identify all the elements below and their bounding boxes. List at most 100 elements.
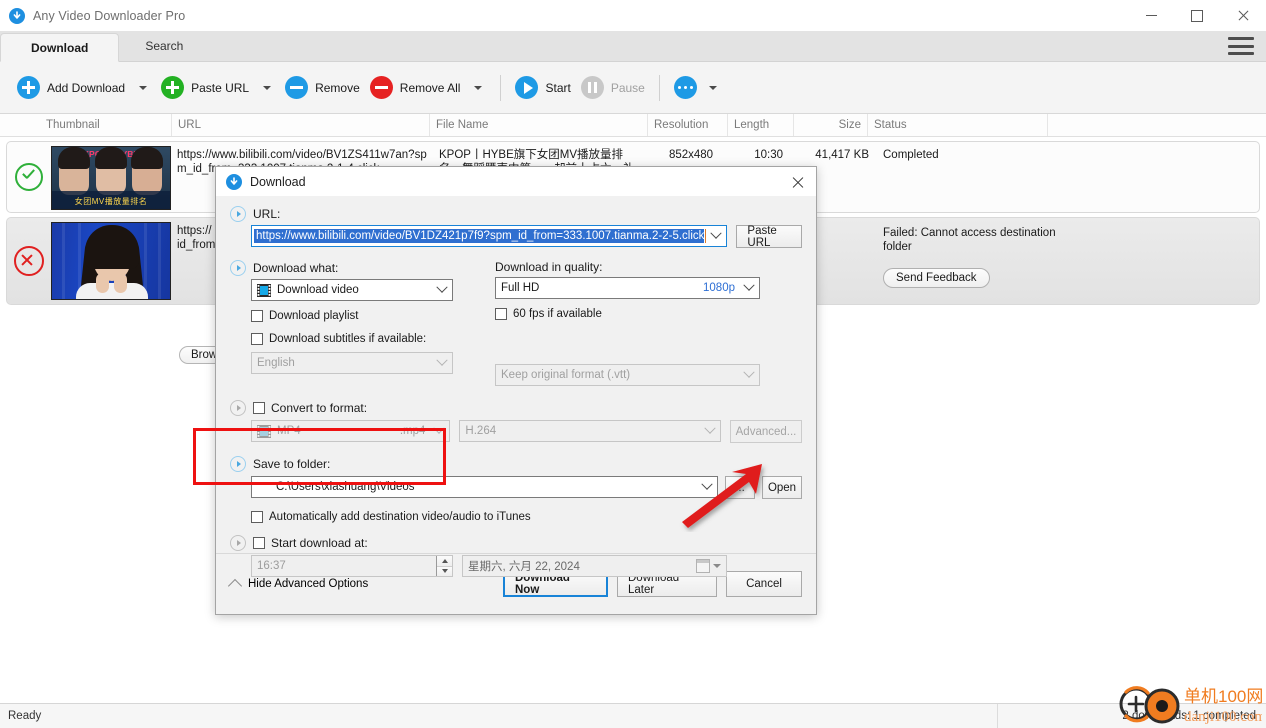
browse-folder-button[interactable]: ... (725, 476, 755, 499)
pause-button: Pause (576, 71, 650, 105)
url-expander-icon[interactable] (230, 206, 246, 222)
add-download-button[interactable]: Add Download (12, 71, 130, 105)
download-playlist-checkbox[interactable] (251, 310, 263, 322)
itunes-label: Automatically add destination video/audi… (269, 511, 531, 523)
dialog-close-button[interactable] (786, 171, 808, 193)
paste-url-dialog-button[interactable]: Paste URL (736, 225, 802, 249)
film-icon (257, 424, 271, 438)
hide-advanced-label: Hide Advanced Options (248, 578, 369, 590)
download-what-select[interactable]: Download video (251, 279, 453, 301)
send-feedback-button[interactable]: Send Feedback (883, 268, 990, 288)
row-status-icon-cell (7, 142, 51, 212)
dialog-title: Download (250, 174, 306, 189)
quality-select[interactable]: Full HD 1080p (495, 277, 760, 299)
fps-checkbox[interactable] (495, 308, 507, 320)
save-folder-value: C:\Users\xiashuang\Videos (276, 481, 415, 493)
more-options-dropdown-icon[interactable] (708, 85, 717, 90)
download-subtitles-checkbox[interactable] (251, 333, 263, 345)
chevron-down-icon (429, 421, 449, 441)
maximize-button[interactable] (1174, 0, 1220, 31)
start-button[interactable]: Start (510, 71, 575, 105)
tab-download[interactable]: Download (0, 33, 120, 62)
convert-format-label-row: Convert to format: (230, 400, 802, 416)
open-folder-button[interactable]: Open (762, 476, 802, 499)
chevron-down-icon (739, 365, 759, 385)
fps-option-row[interactable]: 60 fps if available (495, 308, 763, 320)
start-date-value: 星期六, 六月 22, 2024 (468, 561, 580, 573)
row-size: 41,417 KB (815, 149, 869, 161)
remove-all-button[interactable]: Remove All (365, 71, 466, 105)
paste-url-dropdown-icon[interactable] (263, 85, 272, 90)
start-download-checkbox[interactable] (253, 537, 265, 549)
tab-search[interactable]: Search (119, 32, 209, 61)
itunes-option-row[interactable]: Automatically add destination video/audi… (251, 511, 802, 523)
error-circle-icon (14, 246, 44, 276)
start-download-expander-icon[interactable] (230, 535, 246, 551)
column-size[interactable]: Size (794, 114, 868, 136)
row-resolution: 852x480 (668, 149, 714, 161)
app-title: Any Video Downloader Pro (33, 8, 186, 23)
column-file-name[interactable]: File Name (430, 114, 648, 136)
convert-expander-icon[interactable] (230, 400, 246, 416)
dialog-body: URL: https://www.bilibili.com/video/BV1D… (216, 196, 816, 577)
film-icon (257, 283, 271, 297)
time-spinner (436, 556, 452, 576)
remove-label: Remove (315, 80, 360, 95)
chevron-down-icon[interactable] (432, 280, 452, 300)
subtitle-format-select: Keep original format (.vtt) (495, 364, 760, 386)
pause-label: Pause (610, 80, 645, 95)
chevron-down-icon[interactable] (697, 477, 717, 497)
hamburger-menu-icon[interactable] (1228, 37, 1254, 55)
url-input[interactable]: https://www.bilibili.com/video/BV1DZ421p… (251, 225, 728, 247)
calendar-icon (696, 559, 710, 573)
download-playlist-row[interactable]: Download playlist (251, 310, 495, 322)
add-download-dropdown-icon[interactable] (139, 85, 148, 90)
remove-all-dropdown-icon[interactable] (474, 85, 483, 90)
minus-circle-icon (285, 76, 309, 99)
check-circle-icon (15, 163, 43, 191)
save-folder-label-row: Save to folder: (230, 456, 802, 472)
column-length[interactable]: Length (728, 114, 794, 136)
url-input-value: https://www.bilibili.com/video/BV1DZ421p… (254, 229, 705, 243)
convert-container-select: MP4 .mp4 (251, 420, 451, 442)
toolbar: Add Download Paste URL Remove Remove All… (0, 62, 1266, 114)
more-options-button[interactable] (669, 71, 709, 105)
hide-advanced-options-button[interactable]: Hide Advanced Options (227, 578, 369, 593)
close-button[interactable] (1220, 0, 1266, 31)
chevron-down-icon (432, 353, 452, 373)
column-resolution[interactable]: Resolution (648, 114, 728, 136)
save-folder-expander-icon[interactable] (230, 456, 246, 472)
chevron-down-icon (700, 421, 720, 441)
download-subtitles-row[interactable]: Download subtitles if available: (251, 333, 495, 345)
convert-codec-select: H.264 (459, 420, 721, 442)
convert-format-checkbox[interactable] (253, 402, 265, 414)
paste-url-button[interactable]: Paste URL (156, 71, 254, 105)
column-status[interactable]: Status (868, 114, 1048, 136)
start-time-value: 16:37 (257, 560, 286, 572)
column-thumbnail[interactable]: Thumbnail (40, 114, 172, 136)
subtitle-language-value: English (257, 357, 295, 369)
itunes-checkbox[interactable] (251, 511, 263, 523)
start-download-label-row: Start download at: (230, 535, 802, 551)
dialog-title-bar: Download (216, 167, 816, 196)
row-status-icon-cell (7, 218, 51, 304)
row-status: Completed (883, 149, 939, 161)
convert-codec-value: H.264 (465, 425, 497, 437)
chevron-down-icon (713, 564, 721, 568)
tab-strip: Download Search (0, 31, 1266, 62)
minimize-button[interactable] (1128, 0, 1174, 31)
remove-button[interactable]: Remove (280, 71, 365, 105)
url-dropdown-icon[interactable] (706, 226, 726, 246)
status-message: Ready (8, 710, 42, 722)
convert-extension: .mp4 (399, 425, 426, 437)
row-length: 10:30 (754, 149, 783, 161)
column-url[interactable]: URL (172, 114, 430, 136)
chevron-down-icon[interactable] (739, 278, 759, 298)
convert-container-value: MP4 (277, 425, 301, 437)
convert-format-label: Convert to format: (271, 401, 368, 415)
plus-circle-icon (17, 76, 40, 99)
download-what-expander-icon[interactable] (230, 260, 246, 276)
play-circle-icon (515, 76, 539, 99)
add-download-label: Add Download (47, 80, 126, 95)
save-folder-input[interactable]: C:\Users\xiashuang\Videos (251, 476, 718, 498)
